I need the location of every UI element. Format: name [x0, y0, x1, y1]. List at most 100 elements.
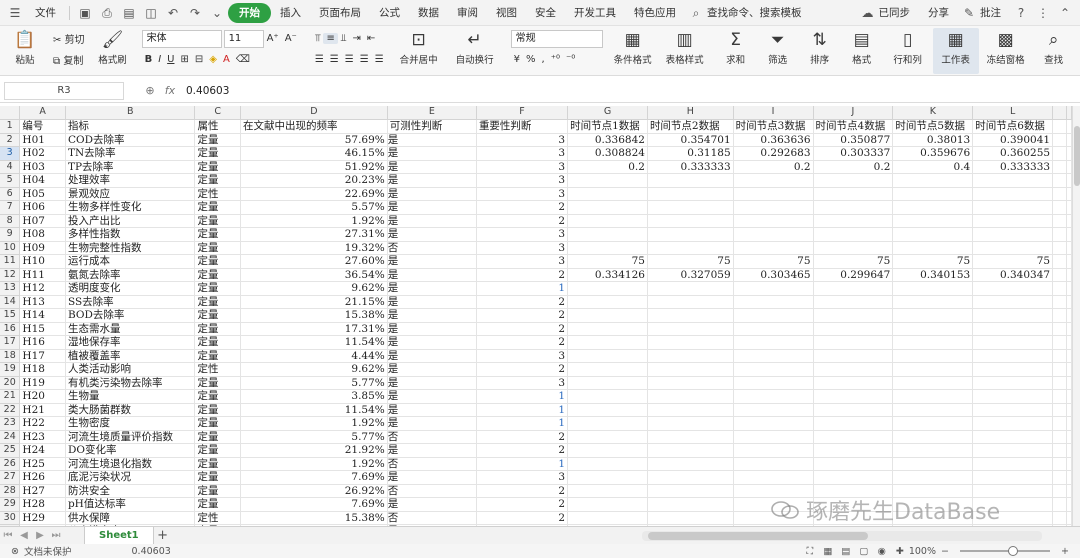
print-icon[interactable]: ▤	[121, 5, 137, 21]
table-cell[interactable]	[647, 416, 734, 431]
table-cell[interactable]: 人类活动影响	[65, 362, 196, 377]
table-cell[interactable]: 0.327059	[647, 268, 734, 282]
tab-page-layout[interactable]: 页面布局	[310, 3, 370, 23]
table-cell[interactable]: 27.60%	[240, 254, 388, 269]
zoom-icon[interactable]: ⊕	[140, 84, 160, 97]
table-cell[interactable]	[1052, 457, 1067, 471]
rows-cols-button[interactable]: ▯ 行和列	[887, 28, 929, 66]
column-header[interactable]: K	[892, 106, 974, 120]
table-cell[interactable]	[972, 443, 1054, 458]
table-cell[interactable]: 0.333333	[972, 160, 1054, 174]
justify-icon[interactable]: ☰	[357, 54, 372, 65]
table-cell[interactable]	[1052, 376, 1067, 390]
table-cell[interactable]: 运行成本	[65, 254, 196, 269]
table-cell[interactable]: 是	[387, 187, 477, 201]
table-cell[interactable]	[1066, 119, 1072, 134]
table-cell[interactable]: 1	[476, 281, 569, 296]
table-cell[interactable]: 11.54%	[240, 403, 388, 417]
table-cell[interactable]	[972, 335, 1054, 350]
table-cell[interactable]	[1052, 173, 1067, 188]
table-cell[interactable]: 1	[476, 389, 569, 404]
menu-icon[interactable]: ☰	[7, 5, 23, 21]
table-cell[interactable]	[1052, 362, 1067, 377]
table-cell[interactable]: 2	[476, 335, 569, 350]
table-cell[interactable]	[567, 457, 648, 471]
table-cell[interactable]	[972, 200, 1054, 215]
table-cell[interactable]	[892, 376, 974, 390]
page-layout-icon[interactable]: ▢	[857, 546, 871, 557]
table-cell[interactable]	[567, 484, 648, 498]
table-cell[interactable]: 是	[387, 268, 477, 282]
table-cell[interactable]: 植被覆盖率	[65, 349, 196, 363]
table-cell[interactable]	[1066, 241, 1072, 255]
row-header[interactable]: 15	[0, 308, 21, 323]
table-cell[interactable]: 19.32%	[240, 241, 388, 255]
table-cell[interactable]: 3	[476, 241, 569, 255]
table-cell[interactable]	[1066, 227, 1072, 242]
align-center-icon[interactable]: ☰	[327, 54, 342, 65]
table-cell[interactable]: 0.360255	[972, 146, 1054, 161]
table-cell[interactable]	[813, 200, 894, 215]
table-cell[interactable]: 有机类污染物去除率	[65, 376, 196, 390]
table-cell[interactable]	[1052, 308, 1067, 323]
table-cell[interactable]: 定量	[194, 484, 241, 498]
sync-status[interactable]: 已同步	[879, 3, 920, 23]
table-cell[interactable]: 0.2	[733, 160, 814, 174]
table-cell[interactable]: 0.363636	[733, 133, 814, 147]
fx-icon[interactable]: fx	[160, 84, 180, 97]
table-cell[interactable]: H29	[19, 511, 66, 525]
merge-cells-icon[interactable]: ⊟	[192, 54, 206, 65]
table-cell[interactable]: 河流生境质量评价指数	[65, 430, 196, 444]
eye-protect-icon[interactable]: ◉	[875, 546, 889, 557]
row-header[interactable]: 6	[0, 187, 21, 201]
table-cell[interactable]: 17.31%	[240, 322, 388, 336]
table-cell[interactable]: H13	[19, 295, 66, 309]
table-cell[interactable]	[972, 308, 1054, 323]
table-cell[interactable]	[647, 241, 734, 255]
table-cell[interactable]: 是	[387, 443, 477, 458]
table-cell[interactable]: 定量	[194, 457, 241, 471]
table-cell[interactable]	[567, 200, 648, 215]
table-cell[interactable]	[813, 173, 894, 188]
increase-decimal-icon[interactable]: ⁺⁰	[548, 54, 563, 65]
table-cell[interactable]	[1066, 362, 1072, 377]
table-cell[interactable]	[647, 497, 734, 512]
horizontal-scrollbar[interactable]	[641, 530, 1042, 541]
help-icon[interactable]: ?	[1013, 5, 1029, 21]
column-header[interactable]: E	[387, 106, 477, 120]
table-cell[interactable]	[567, 470, 648, 485]
table-cell[interactable]	[1052, 403, 1067, 417]
table-cell[interactable]: 定量	[194, 403, 241, 417]
table-cell[interactable]	[567, 187, 648, 201]
table-cell[interactable]	[1052, 416, 1067, 431]
table-cell[interactable]: 1	[476, 416, 569, 431]
table-cell[interactable]: 生物多样性变化	[65, 200, 196, 215]
table-cell[interactable]	[647, 227, 734, 242]
bold-icon[interactable]: B	[142, 54, 156, 65]
table-cell[interactable]	[647, 335, 734, 350]
worksheet-button[interactable]: ▦ 工作表	[937, 28, 975, 66]
row-header[interactable]: 30	[0, 511, 21, 525]
wrap-text-button[interactable]: ↵ 自动换行	[451, 28, 499, 66]
indent-icon[interactable]: ⇥	[349, 33, 363, 44]
table-cell[interactable]: H18	[19, 362, 66, 377]
table-cell[interactable]: 75	[813, 254, 894, 269]
table-cell[interactable]: H24	[19, 443, 66, 458]
table-cell[interactable]	[647, 281, 734, 296]
table-cell[interactable]	[647, 295, 734, 309]
table-cell[interactable]: 3	[476, 173, 569, 188]
table-cell[interactable]: 否	[387, 430, 477, 444]
decrease-decimal-icon[interactable]: ⁻⁰	[563, 54, 578, 65]
table-cell[interactable]	[813, 227, 894, 242]
table-cell[interactable]	[1052, 254, 1067, 269]
table-cell[interactable]	[647, 484, 734, 498]
table-cell[interactable]	[892, 403, 974, 417]
table-cell[interactable]: 7.69%	[240, 497, 388, 512]
table-cell[interactable]	[972, 430, 1054, 444]
table-style-button[interactable]: ▥ 表格样式	[663, 28, 707, 66]
row-header[interactable]: 26	[0, 457, 21, 471]
table-cell[interactable]	[647, 200, 734, 215]
table-cell[interactable]	[1066, 281, 1072, 296]
table-cell[interactable]	[733, 443, 814, 458]
table-cell[interactable]	[733, 430, 814, 444]
